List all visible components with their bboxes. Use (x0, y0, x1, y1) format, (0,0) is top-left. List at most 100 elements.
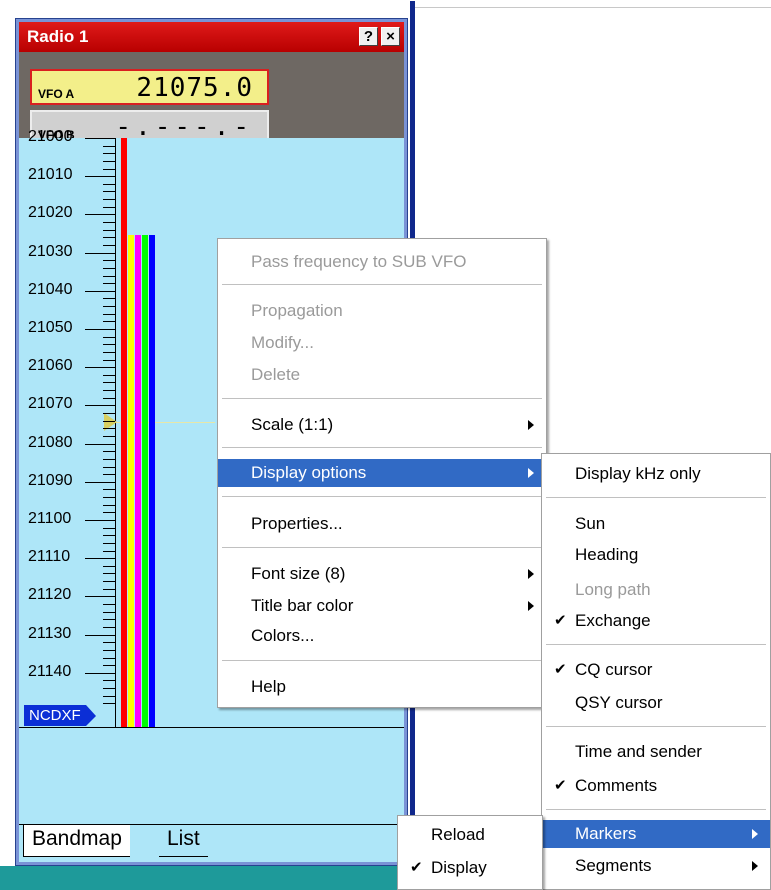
checkmark-icon: ✔ (554, 777, 567, 794)
context-menu: Pass frequency to SUB VFO Propagation Mo… (217, 238, 547, 708)
close-button[interactable]: × (381, 27, 400, 46)
menu-separator (222, 660, 542, 661)
menu-segments[interactable]: Segments (542, 852, 770, 880)
menu-markers[interactable]: Markers (542, 820, 770, 848)
scale-minor-tick (103, 191, 115, 193)
menu-qsy-cursor[interactable]: QSY cursor (542, 689, 770, 717)
scale-major-tick (85, 176, 115, 178)
scale-minor-tick (103, 351, 115, 353)
scale-label: 21020 (28, 204, 73, 222)
tab-list[interactable]: List (159, 825, 208, 857)
background-line (412, 7, 771, 8)
scale-minor-tick (103, 550, 115, 552)
vfo-a-label: VFO A (38, 87, 75, 101)
scale-minor-tick (103, 458, 115, 460)
scale-minor-tick (103, 260, 115, 262)
vfo-a-display[interactable]: VFO A 21075.0 (30, 69, 269, 105)
menu-exchange-label: Exchange (575, 611, 651, 630)
menu-scale[interactable]: Scale (1:1) (218, 411, 546, 439)
menu-markers-label: Markers (575, 824, 637, 843)
menu-display-label: Display (431, 858, 487, 877)
title-bar[interactable]: Radio 1 ? × (19, 22, 404, 52)
scale-minor-tick (103, 535, 115, 537)
ncdxf-marker[interactable]: NCDXF (24, 705, 96, 726)
window-title: Radio 1 (27, 27, 89, 46)
menu-properties[interactable]: Properties... (218, 510, 546, 538)
menu-separator (222, 547, 542, 548)
menu-cq-cursor[interactable]: ✔ CQ cursor (542, 656, 770, 684)
menu-exchange[interactable]: ✔ Exchange (542, 607, 770, 635)
scale-minor-tick (103, 573, 115, 575)
menu-segments-label: Segments (575, 856, 652, 875)
scale-major-tick (85, 672, 115, 674)
scale-label: 21070 (28, 395, 73, 413)
scale-major-tick (85, 252, 115, 254)
menu-separator (222, 284, 542, 285)
menu-font-size[interactable]: Font size (8) (218, 560, 546, 588)
tab-strip: Bandmap List (19, 824, 404, 862)
scale-minor-tick (103, 435, 115, 437)
submenu-arrow-icon (752, 861, 758, 871)
menu-sun[interactable]: Sun (542, 510, 770, 538)
scale-minor-tick (103, 413, 115, 415)
scale-minor-tick (103, 321, 115, 323)
scale-minor-tick (103, 611, 115, 613)
scale-minor-tick (103, 382, 115, 384)
menu-long-path[interactable]: Long path (542, 576, 770, 604)
scale-label: 21100 (28, 510, 72, 527)
scale-minor-tick (103, 336, 115, 338)
scale-label: 21130 (28, 624, 72, 642)
scale-minor-tick (103, 397, 115, 399)
scale-label: 21000 (28, 128, 73, 145)
menu-comments[interactable]: ✔ Comments (542, 772, 770, 800)
scale-minor-tick (103, 160, 115, 162)
help-button[interactable]: ? (359, 27, 378, 46)
bandmap-baseline (19, 727, 404, 728)
menu-colors[interactable]: Colors... (218, 622, 546, 650)
menu-modify[interactable]: Modify... (218, 329, 546, 357)
scale-minor-tick (103, 183, 115, 185)
scale-minor-tick (103, 283, 115, 285)
vfo-a-value: 21075.0 (136, 73, 253, 103)
scale-minor-tick (103, 489, 115, 491)
menu-reload[interactable]: Reload (398, 821, 542, 849)
scale-minor-tick (103, 680, 115, 682)
scale-minor-tick (103, 153, 115, 155)
menu-title-bar-color[interactable]: Title bar color (218, 592, 546, 620)
scale-minor-tick (103, 306, 115, 308)
scale-minor-tick (103, 497, 115, 499)
frequency-ruler (115, 138, 116, 727)
menu-display-options[interactable]: Display options (218, 459, 546, 487)
menu-separator (222, 447, 542, 448)
menu-pass-frequency[interactable]: Pass frequency to SUB VFO (218, 248, 546, 276)
scale-major-tick (85, 405, 115, 407)
menu-display-khz-only[interactable]: Display kHz only (542, 460, 770, 488)
scale-minor-tick (103, 222, 115, 224)
scale-label: 21090 (28, 471, 73, 489)
scale-major-tick (85, 138, 115, 139)
scale-minor-tick (103, 649, 115, 651)
scale-minor-tick (103, 229, 115, 231)
scale-minor-tick (103, 237, 115, 239)
scale-minor-tick (103, 298, 115, 300)
scale-major-tick (85, 596, 115, 598)
submenu-arrow-icon (528, 601, 534, 611)
vfo-panel: VFO A 21075.0 VFO B -.---.- (19, 52, 404, 146)
tab-bandmap[interactable]: Bandmap (23, 825, 130, 857)
menu-separator (222, 496, 542, 497)
scale-minor-tick (103, 626, 115, 628)
menu-propagation[interactable]: Propagation (218, 297, 546, 325)
menu-help[interactable]: Help (218, 673, 546, 701)
scale-minor-tick (103, 657, 115, 659)
scale-minor-tick (103, 313, 115, 315)
menu-display[interactable]: ✔ Display (398, 854, 542, 882)
menu-time-and-sender[interactable]: Time and sender (542, 738, 770, 766)
menu-separator (546, 726, 766, 727)
scale-minor-tick (103, 703, 115, 705)
menu-heading[interactable]: Heading (542, 541, 770, 569)
scale-minor-tick (103, 604, 115, 606)
scale-minor-tick (103, 642, 115, 644)
menu-delete[interactable]: Delete (218, 361, 546, 389)
markers-submenu: Reload ✔ Display (397, 815, 543, 890)
marker-bar (142, 235, 148, 727)
